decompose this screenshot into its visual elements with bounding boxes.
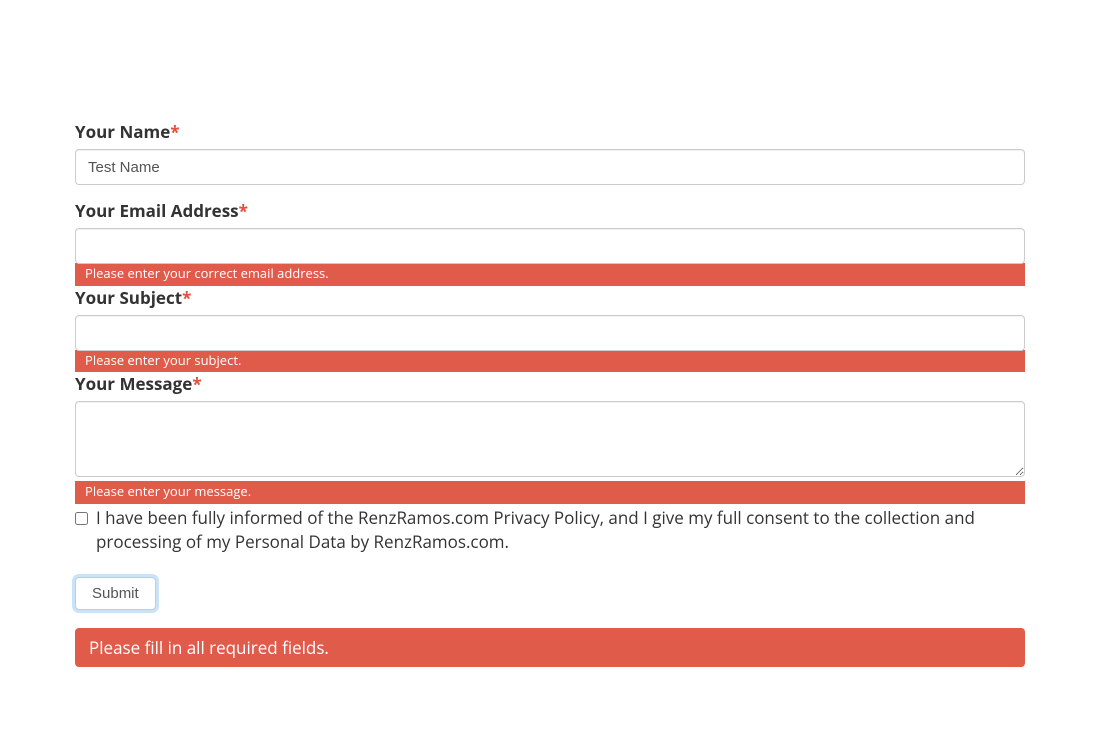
subject-group: Your Subject* Please enter your subject. xyxy=(75,286,1025,373)
subject-label: Your Subject* xyxy=(75,286,1025,309)
message-error: Please enter your message. xyxy=(75,481,1025,504)
message-label: Your Message* xyxy=(75,372,1025,395)
submit-row: Submit xyxy=(75,577,1025,610)
name-input[interactable] xyxy=(75,149,1025,185)
consent-checkbox[interactable] xyxy=(75,512,88,525)
message-label-text: Your Message xyxy=(75,372,192,395)
email-label-text: Your Email Address xyxy=(75,199,239,222)
contact-form-page: Your Name* Your Email Address* Please en… xyxy=(0,0,1100,740)
name-label-text: Your Name xyxy=(75,120,170,143)
submit-button[interactable]: Submit xyxy=(75,577,156,610)
subject-label-text: Your Subject xyxy=(75,286,182,309)
consent-row: I have been fully informed of the RenzRa… xyxy=(75,506,1025,555)
name-group: Your Name* xyxy=(75,120,1025,185)
message-textarea[interactable] xyxy=(75,401,1025,477)
required-star: * xyxy=(239,199,248,222)
consent-text: I have been fully informed of the RenzRa… xyxy=(96,506,1025,555)
global-error: Please fill in all required fields. xyxy=(75,628,1025,667)
message-group: Your Message* Please enter your message. xyxy=(75,372,1025,504)
required-star: * xyxy=(182,286,191,309)
email-input[interactable] xyxy=(75,228,1025,264)
required-star: * xyxy=(192,372,201,395)
name-label: Your Name* xyxy=(75,120,1025,143)
subject-input[interactable] xyxy=(75,315,1025,351)
email-group: Your Email Address* Please enter your co… xyxy=(75,199,1025,286)
email-label: Your Email Address* xyxy=(75,199,1025,222)
spacer xyxy=(75,185,1025,189)
required-star: * xyxy=(170,120,179,143)
email-error: Please enter your correct email address. xyxy=(75,263,1025,286)
subject-error: Please enter your subject. xyxy=(75,350,1025,373)
